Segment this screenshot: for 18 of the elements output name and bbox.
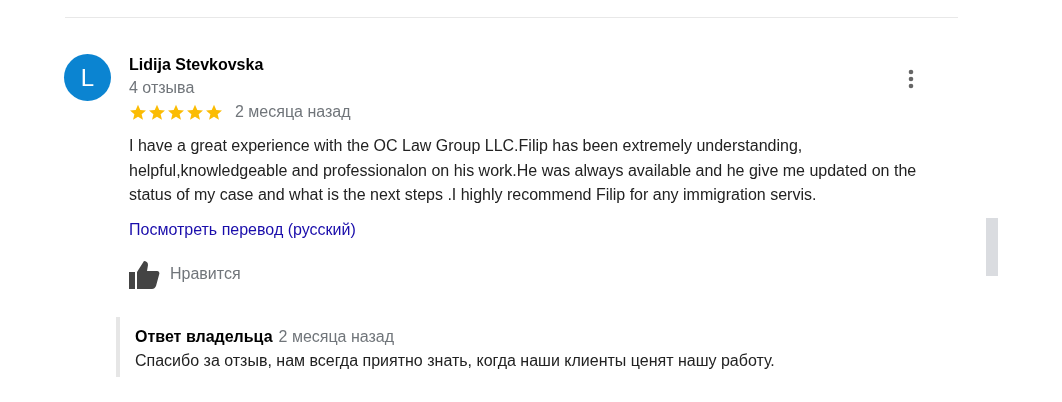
star-icon [186, 103, 204, 121]
like-button[interactable]: Нравится [129, 259, 241, 289]
translate-link[interactable]: Посмотреть перевод (русский) [129, 217, 356, 242]
star-icon [205, 103, 223, 121]
reply-title: Ответ владельца [135, 326, 273, 347]
review-text: I have a great experience with the OC Law Group LLC.Filip has been extremely understanding, helpful,knowledgeable and professionalon on his work.He was always available and he give me updated on the status of my case and what is the next steps .I highly recommend Filip for any immigration servis. [129, 136, 918, 205]
reply-date: 2 месяца назад [278, 326, 395, 347]
reply-text: Спасибо за отзыв, нам всегда приятно знать, когда наши клиенты ценят нашу работу. [135, 350, 776, 371]
author-name[interactable]: Lidija Stevkovska [129, 54, 959, 76]
star-icon [129, 103, 147, 121]
star-icon [148, 103, 166, 121]
more-options-icon[interactable] [908, 69, 914, 89]
avatar[interactable]: L [64, 54, 111, 101]
scrollbar-thumb[interactable] [986, 218, 998, 276]
star-icon [167, 103, 185, 121]
review-count: 4 отзыва [129, 78, 195, 98]
review-date: 2 месяца назад [235, 102, 351, 122]
thumbs-up-icon [129, 259, 160, 289]
